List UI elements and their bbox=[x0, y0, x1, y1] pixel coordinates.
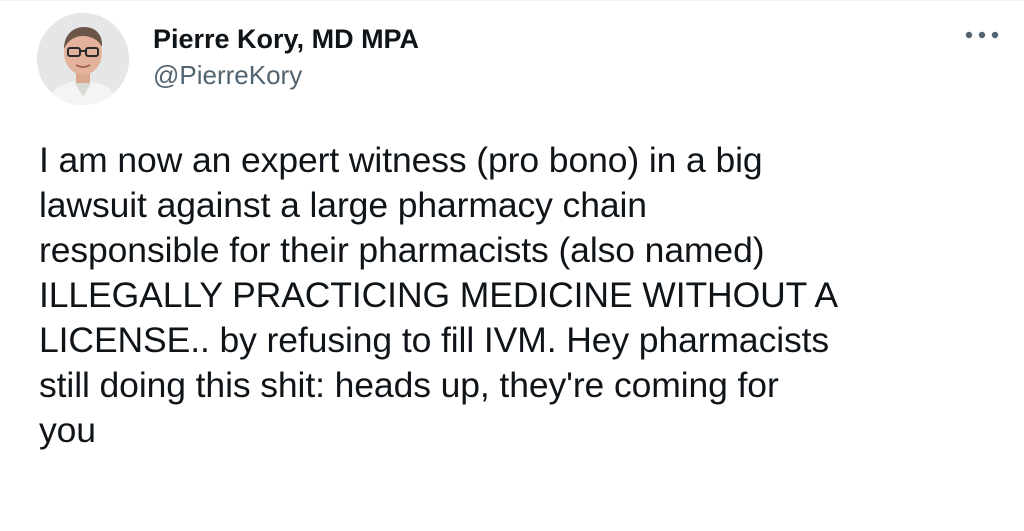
tweet-text: I am now an expert witness (pro bono) in… bbox=[39, 140, 838, 450]
profile-photo-icon bbox=[37, 13, 129, 105]
more-options-button[interactable] bbox=[958, 21, 1006, 49]
more-options-icon bbox=[965, 31, 999, 39]
author-handle[interactable]: @PierreKory bbox=[153, 59, 302, 91]
author-display-name[interactable]: Pierre Kory, MD MPA bbox=[153, 23, 419, 55]
avatar[interactable] bbox=[37, 13, 129, 105]
tweet-card: Pierre Kory, MD MPA @PierreKory I am now… bbox=[0, 0, 1024, 531]
